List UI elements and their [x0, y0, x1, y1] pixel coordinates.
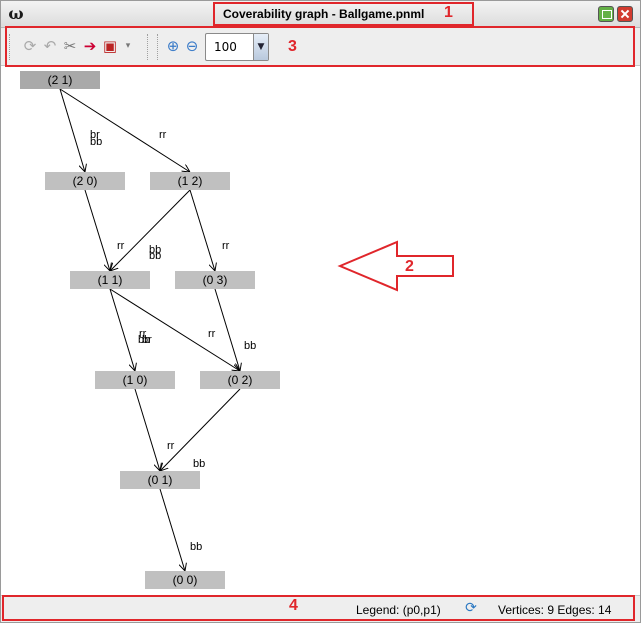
edge-label: br	[142, 334, 152, 346]
edge-label: rr	[167, 440, 175, 452]
annotation-number-1: 1	[444, 4, 453, 21]
graph-node-label: (0 0)	[173, 573, 198, 587]
graph-edge[interactable]	[109, 288, 135, 371]
graph-node-label: (2 0)	[73, 174, 98, 188]
graph-node-label: (1 1)	[98, 273, 123, 287]
graph-node-label: (0 2)	[228, 373, 253, 387]
coverability-graph: (2 1) (2 0) (1 2) (1 1) (0 3) (1 0) (0 2) (0 1)…	[20, 71, 280, 589]
graph-node-label: (1 2)	[178, 174, 203, 188]
maximize-icon[interactable]	[598, 6, 614, 22]
graph-node-label: (1 0)	[123, 373, 148, 387]
annotation-box-statusbar	[2, 595, 635, 621]
edge-label: bb	[149, 244, 161, 256]
edge-label: bb	[244, 340, 256, 352]
edge-label: bb	[193, 458, 205, 470]
coverability-graph-window: ω Coverability graph - Ballgame.pnml ⟳ ↶…	[0, 0, 641, 623]
graph-node-label: (0 3)	[203, 273, 228, 287]
graph-node[interactable]: (2 1)	[20, 71, 100, 89]
graph-edge[interactable]	[134, 388, 160, 471]
annotation-number-4: 4	[289, 597, 298, 614]
graph-edge[interactable]	[189, 189, 215, 271]
graph-node[interactable]: (1 1)	[70, 271, 150, 289]
edge-label: rr	[159, 129, 167, 141]
graph-canvas[interactable]: (2 1) (2 0) (1 2) (1 1) (0 3) (1 0) (0 2) (0 1)…	[1, 67, 640, 595]
annotation-box-toolbar	[5, 26, 635, 67]
edge-label: rr	[117, 240, 125, 252]
graph-node[interactable]: (1 0)	[95, 371, 175, 389]
graph-node[interactable]: (0 0)	[145, 571, 225, 589]
graph-edge[interactable]	[214, 288, 240, 371]
annotation-number-3: 3	[288, 38, 297, 55]
app-omega-icon: ω	[8, 4, 24, 23]
graph-edge[interactable]	[59, 88, 190, 172]
graph-node[interactable]: (0 1)	[120, 471, 200, 489]
graph-node[interactable]: (2 0)	[45, 172, 125, 190]
annotation-number-2: 2	[405, 258, 414, 275]
graph-node[interactable]: (0 3)	[175, 271, 255, 289]
graph-node-label: (2 1)	[48, 73, 73, 87]
graph-edge[interactable]	[159, 488, 185, 571]
graph-node[interactable]: (0 2)	[200, 371, 280, 389]
edge-label: rr	[208, 328, 216, 340]
graph-edge[interactable]	[109, 288, 240, 371]
annotation-box-title	[213, 2, 474, 26]
graph-node[interactable]: (1 2)	[150, 172, 230, 190]
annotation-arrow-canvas	[337, 240, 454, 292]
close-icon[interactable]	[617, 6, 633, 22]
graph-edge[interactable]	[59, 88, 85, 172]
graph-node-label: (0 1)	[148, 473, 173, 487]
edge-label: br	[90, 129, 100, 141]
edge-label: rr	[222, 240, 230, 252]
edge-label: bb	[190, 541, 202, 553]
graph-edge[interactable]	[84, 189, 110, 271]
